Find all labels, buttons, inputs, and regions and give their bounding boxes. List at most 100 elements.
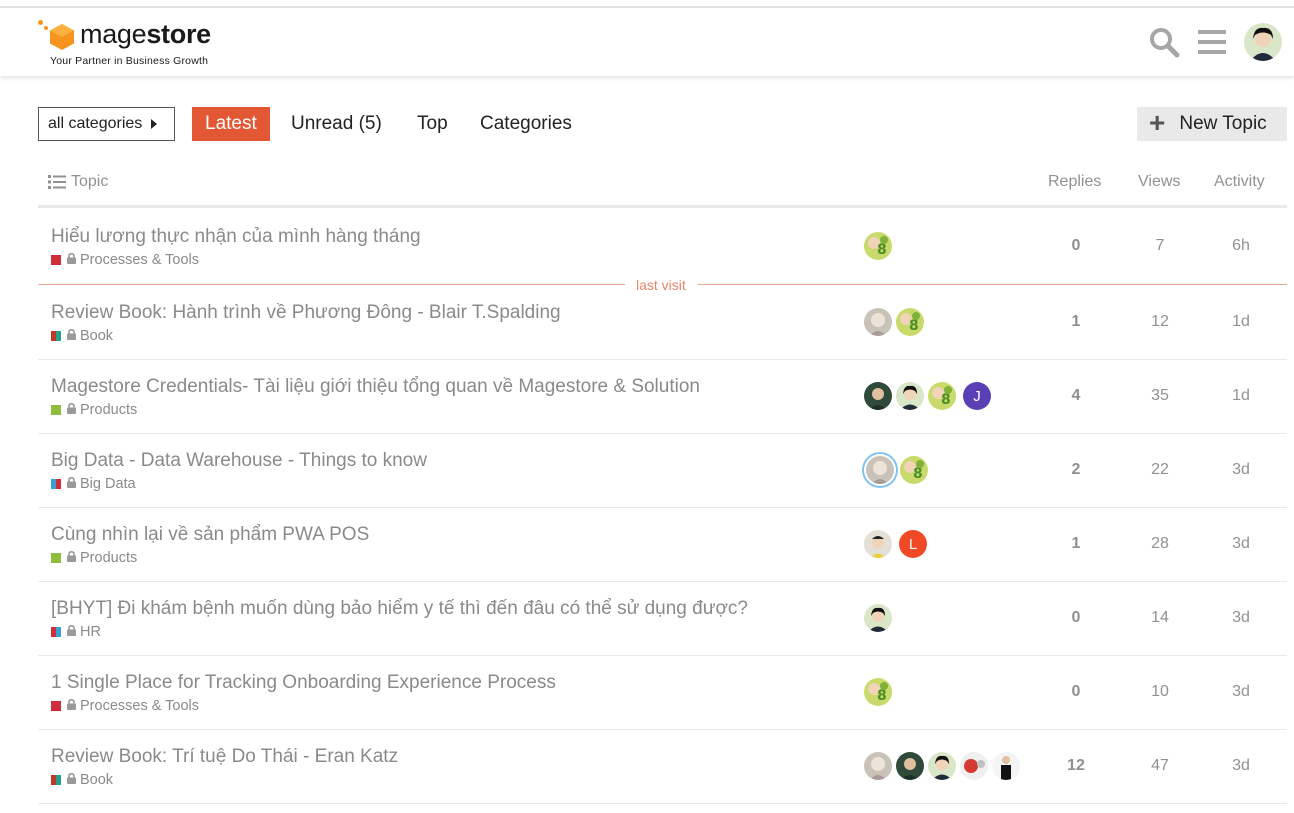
tab-unread[interactable]: Unread (5) [278,107,395,141]
col-replies[interactable]: Replies [1048,173,1101,191]
category-name: HR [80,624,101,640]
lock-icon [67,698,80,714]
topic-category[interactable]: Processes & Tools [51,698,199,714]
poster-avatar[interactable] [864,308,892,336]
activity-time[interactable]: 3d [1211,461,1271,479]
topic-row[interactable]: Cùng nhìn lại về sản phẩm PWA POS Product… [38,508,1287,582]
poster-avatar[interactable] [864,752,892,780]
category-dropdown[interactable]: all categories [38,107,175,141]
poster-avatar[interactable] [864,382,892,410]
topic-row[interactable]: Review Book: Hành trình về Phương Đông -… [38,286,1287,360]
topic-title[interactable]: [BHYT] Đi khám bệnh muốn dùng bảo hiểm y… [51,598,748,620]
category-color-badge [51,553,61,563]
activity-time[interactable]: 1d [1211,387,1271,405]
topic-category[interactable]: Big Data [51,476,136,492]
poster-avatar[interactable] [896,752,924,780]
poster-avatar[interactable] [896,382,924,410]
magestore-logo[interactable]: magestore Your Partner in Business Growt… [38,18,238,68]
reply-count[interactable]: 1 [1046,313,1106,331]
logo-dot [44,26,48,30]
category-color-badge [51,627,61,637]
logo-wordmark: magestore [80,19,211,49]
col-topic[interactable]: Topic [48,173,108,191]
topic-row[interactable]: Magestore Credentials- Tài liệu giới thi… [38,360,1287,434]
tab-latest[interactable]: Latest [192,107,270,141]
poster-avatar[interactable] [864,530,892,558]
svg-text:8: 8 [913,466,923,482]
topic-title[interactable]: Cùng nhìn lại về sản phẩm PWA POS [51,524,369,546]
col-views[interactable]: Views [1138,173,1180,191]
poster-avatar[interactable] [866,456,894,484]
lock-icon [67,402,80,418]
poster-avatar[interactable] [960,752,988,780]
topic-row[interactable]: Big Data - Data Warehouse - Things to kn… [38,434,1287,508]
topic-posters: L [864,530,931,560]
topic-posters [864,752,1024,782]
activity-time[interactable]: 3d [1211,757,1271,775]
col-activity[interactable]: Activity [1214,173,1265,191]
reply-count[interactable]: 12 [1046,757,1106,775]
reply-count[interactable]: 4 [1046,387,1106,405]
reply-count[interactable]: 0 [1046,683,1106,701]
topic-category[interactable]: Book [51,328,113,344]
activity-time[interactable]: 1d [1211,313,1271,331]
poster-avatar[interactable]: J [963,382,991,410]
activity-time[interactable]: 3d [1211,683,1271,701]
category-name: Processes & Tools [80,698,200,714]
topic-category[interactable]: Book [51,772,113,788]
poster-avatar[interactable] [864,604,892,632]
poster-avatar[interactable]: 8 [896,308,924,336]
topic-category[interactable]: Products [51,402,137,418]
category-color-badge [51,331,61,341]
activity-time[interactable]: 3d [1211,535,1271,553]
activity-time[interactable]: 6h [1211,237,1271,255]
poster-avatar[interactable] [928,752,956,780]
plus-icon: + [1149,106,1166,138]
reply-count[interactable]: 0 [1046,609,1106,627]
activity-time[interactable]: 3d [1211,609,1271,627]
category-name: Book [80,772,114,788]
poster-avatar[interactable] [992,752,1020,780]
hamburger-menu-button[interactable] [1192,22,1232,62]
topic-row[interactable]: [BHYT] Đi khám bệnh muốn dùng bảo hiểm y… [38,582,1287,656]
topic-posters: 8 [864,232,896,262]
topic-row[interactable]: Review Book: Trí tuệ Do Thái - Eran Katz… [38,730,1287,804]
view-count: 47 [1151,757,1169,774]
svg-text:8: 8 [909,318,919,334]
topic-title[interactable]: Big Data - Data Warehouse - Things to kn… [51,450,427,472]
new-topic-label: New Topic [1179,113,1267,134]
reply-count[interactable]: 2 [1046,461,1106,479]
topic-category[interactable]: Processes & Tools [51,252,199,268]
category-color-badge [51,479,61,489]
tab-categories[interactable]: Categories [467,107,585,141]
list-icon [48,175,66,189]
view-count: 22 [1151,461,1169,478]
svg-text:8: 8 [877,242,887,258]
topic-title[interactable]: 1 Single Place for Tracking Onboarding E… [51,672,556,694]
category-name: Big Data [80,476,136,492]
lock-icon [67,624,80,640]
poster-avatar[interactable]: 8 [900,456,928,484]
reply-count[interactable]: 0 [1046,237,1106,255]
lock-icon [67,252,80,268]
view-count: 7 [1155,237,1165,254]
new-topic-button[interactable]: + New Topic [1137,107,1287,141]
poster-avatar[interactable]: 8 [928,382,956,410]
poster-avatar[interactable]: 8 [864,232,892,260]
topic-category[interactable]: Products [51,550,137,566]
topic-category[interactable]: HR [51,624,101,640]
topic-title[interactable]: Magestore Credentials- Tài liệu giới thi… [51,376,700,398]
topic-row[interactable]: Hiểu lương thực nhận của mình hàng tháng… [38,210,1287,284]
topic-title[interactable]: Review Book: Trí tuệ Do Thái - Eran Katz [51,746,398,768]
user-avatar[interactable] [1244,23,1282,61]
tab-top[interactable]: Top [404,107,461,141]
topic-row[interactable]: 1 Single Place for Tracking Onboarding E… [38,656,1287,730]
poster-avatar[interactable]: 8 [864,678,892,706]
topic-title[interactable]: Hiểu lương thực nhận của mình hàng tháng [51,226,421,248]
poster-avatar[interactable]: L [899,530,927,558]
search-icon [1150,28,1180,58]
reply-count[interactable]: 1 [1046,535,1106,553]
topic-title[interactable]: Review Book: Hành trình về Phương Đông -… [51,302,561,324]
search-button[interactable] [1144,22,1184,62]
svg-text:8: 8 [941,392,951,408]
